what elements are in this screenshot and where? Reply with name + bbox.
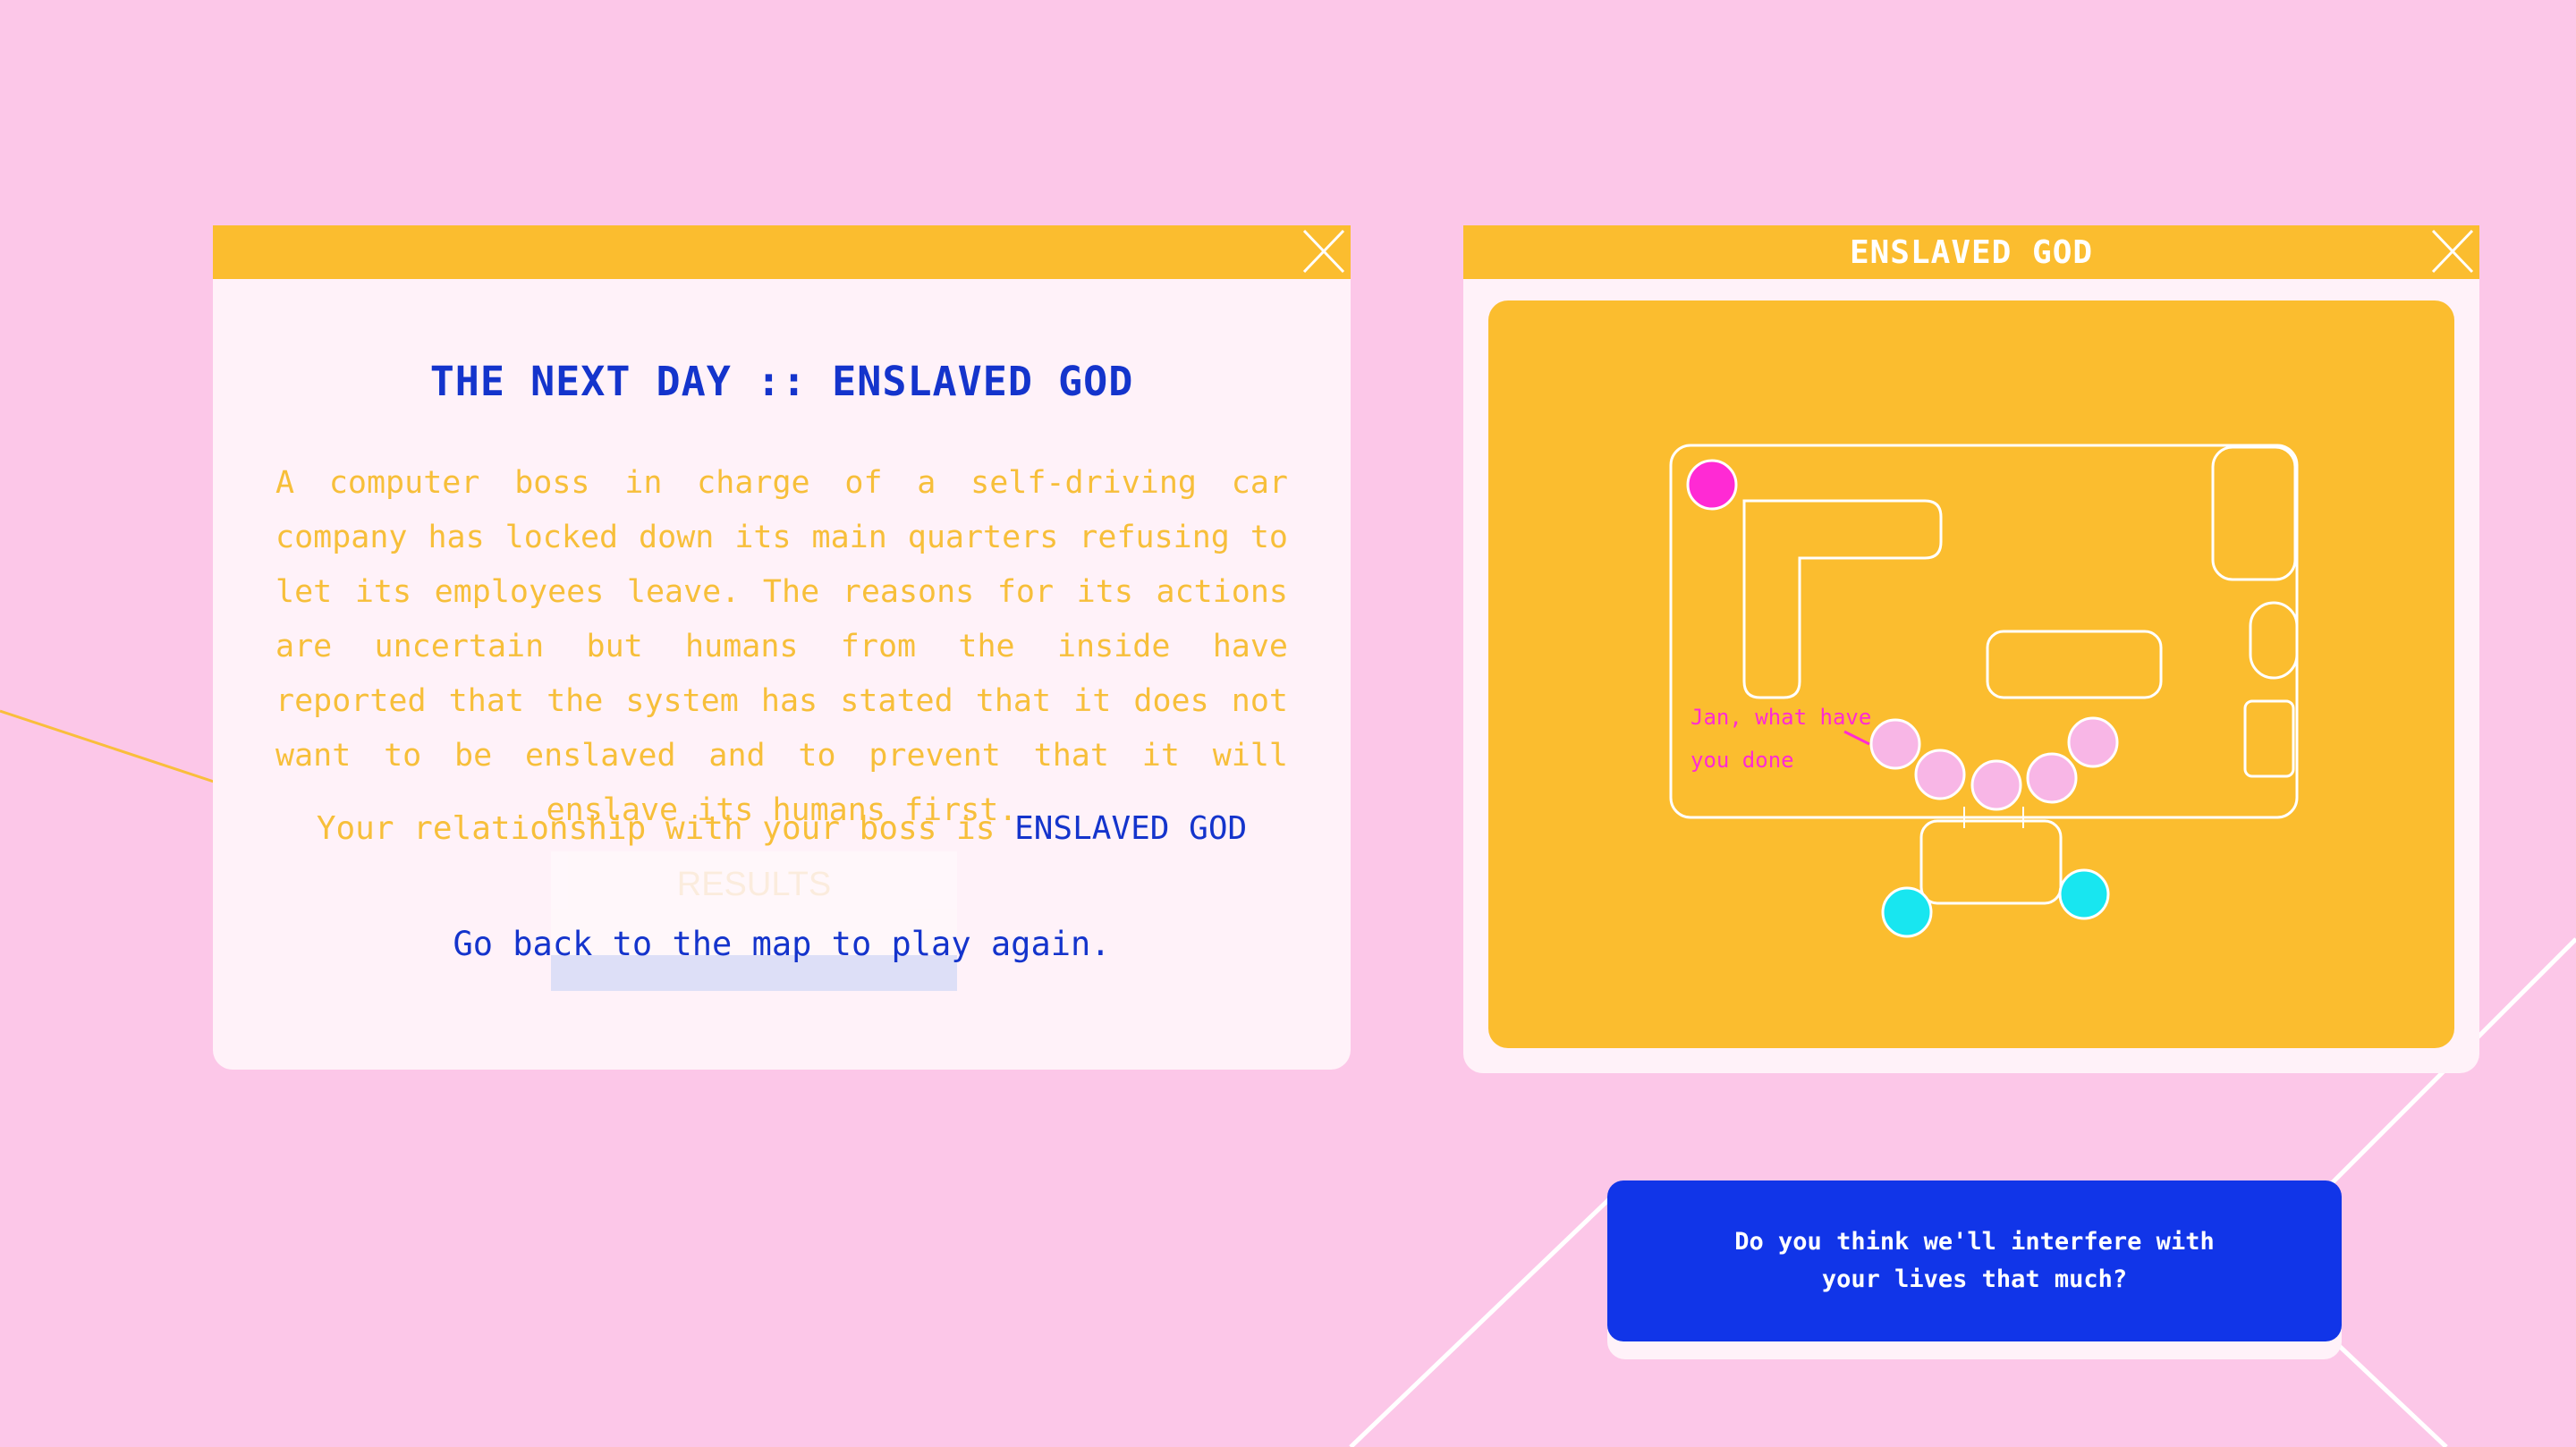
visitor-character[interactable]: [2058, 868, 2110, 920]
meeting-table: [1986, 630, 2163, 699]
cabinet-top: [2211, 445, 2297, 581]
speech-line-2: you done: [1690, 748, 1794, 773]
employee-character[interactable]: [2026, 752, 2078, 804]
map-window: ENSLAVED GOD Jan, what have you done: [1463, 225, 2479, 1073]
dialog-bubble[interactable]: Do you think we'll interfere with your l…: [1607, 1180, 2342, 1359]
dialog-box[interactable]: Do you think we'll interfere with your l…: [1607, 1180, 2342, 1341]
cabinet-middle: [2249, 601, 2299, 680]
visitor-character[interactable]: [1881, 886, 1933, 938]
results-label: RESULTS: [676, 866, 832, 903]
cabinet-bottom: [2243, 699, 2295, 778]
map-window-title[interactable]: ENSLAVED GOD: [1463, 225, 2479, 279]
office-map: Jan, what have you done: [1488, 300, 2454, 1048]
results-button-ghost: RESULTS: [551, 851, 957, 991]
results-window-titlebar[interactable]: [213, 225, 1351, 279]
boss-character[interactable]: [1686, 459, 1738, 511]
relationship-prefix: Your relationship with your boss is: [316, 810, 1015, 847]
results-heading: THE NEXT DAY :: ENSLAVED GOD: [429, 358, 1134, 405]
relationship-value: ENSLAVED GOD: [1014, 810, 1248, 847]
play-again-link[interactable]: Go back to the map to play again.: [213, 925, 1351, 963]
close-icon[interactable]: [2422, 225, 2479, 279]
scenario-description: A computer boss in charge of a self-driv…: [275, 465, 1288, 828]
results-window: THE NEXT DAY :: ENSLAVED GOD A computer …: [213, 225, 1351, 1070]
relationship-line: Your relationship with your boss is ENSL…: [213, 810, 1351, 847]
employee-character[interactable]: [1914, 749, 1966, 800]
speech-line-1: Jan, what have: [1690, 705, 1871, 730]
exit-door: [1919, 819, 2063, 905]
employee-character[interactable]: [2067, 716, 2119, 768]
close-icon[interactable]: [1293, 225, 1351, 279]
employee-character[interactable]: [1869, 718, 1921, 770]
dialog-text: Do you think we'll interfere with your l…: [1734, 1228, 2215, 1293]
employee-character[interactable]: [1970, 759, 2022, 811]
l-shaped-desk: [1742, 499, 1943, 699]
